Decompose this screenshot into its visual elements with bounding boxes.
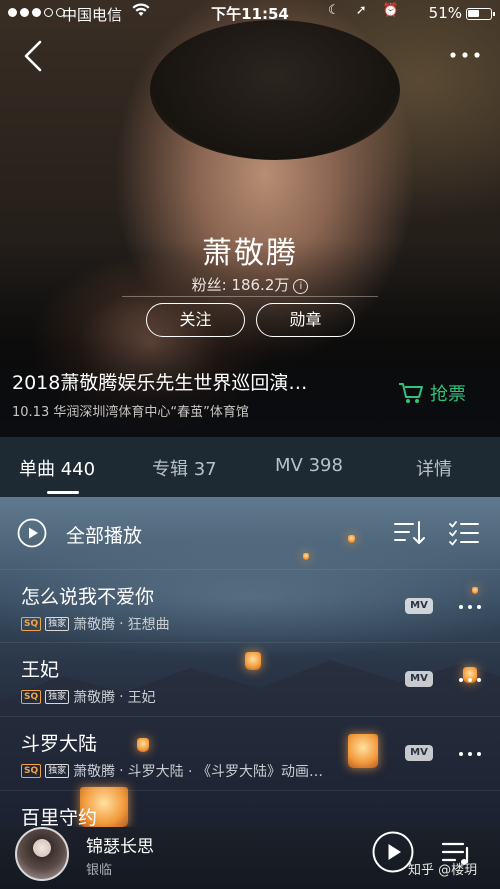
concert-title[interactable]: 2018萧敬腾娱乐先生世界巡回演… <box>12 368 307 395</box>
song-title: 百里守约 <box>21 807 98 827</box>
mini-player[interactable]: 锦瑟长思 银临 知乎 @楼玥 <box>0 827 500 889</box>
fan-count-text: 粉丝: 186.2万 <box>191 276 290 294</box>
song-more-icon[interactable] <box>458 751 482 757</box>
song-artist: 萧敬腾 <box>73 690 116 706</box>
chevron-left-icon <box>24 40 42 72</box>
tab-mv[interactable]: MV 398 <box>275 455 343 476</box>
artist-photo-hair <box>150 20 400 160</box>
song-meta: SQ 独家 萧敬腾 · 斗罗大陆 · 《斗罗大陆》动画… <box>21 761 323 781</box>
battery-percent: 51% <box>428 4 462 22</box>
artist-name: 萧敬腾 <box>202 236 298 271</box>
exclusive-badge: 独家 <box>45 690 70 704</box>
mv-button[interactable]: MV <box>405 745 433 761</box>
status-icons: ☾ ➚ ⏰ <box>328 3 405 18</box>
separator: · <box>119 763 124 779</box>
sq-badge: SQ <box>21 764 42 778</box>
tab-details[interactable]: 详情 <box>416 455 452 481</box>
sq-badge: SQ <box>21 617 42 631</box>
more-options-button[interactable] <box>448 45 482 65</box>
song-meta: SQ 独家 萧敬腾 · 王妃 <box>21 687 156 707</box>
song-row[interactable]: 怎么说我不爱你 SQ 独家 萧敬腾 · 狂想曲 MV <box>0 569 500 641</box>
now-playing-artist: 银临 <box>86 863 113 878</box>
status-bar: 中国电信 下午11:54 ☾ ➚ ⏰ 51% <box>0 0 500 28</box>
ticket-label: 抢票 <box>430 384 466 405</box>
fan-count: 粉丝: 186.2万 i <box>0 274 500 295</box>
tab-songs[interactable]: 单曲 440 <box>19 455 95 481</box>
multi-select-icon[interactable] <box>448 519 480 547</box>
song-title: 王妃 <box>21 659 60 681</box>
song-album: 王妃 <box>127 690 156 706</box>
ellipsis-icon <box>450 52 480 58</box>
divider <box>122 296 378 297</box>
mv-button[interactable]: MV <box>405 671 433 687</box>
battery-icon <box>466 8 495 20</box>
watermark: 知乎 @楼玥 <box>408 863 478 878</box>
song-artist: 萧敬腾 <box>73 617 116 633</box>
tab-bar: 单曲 440 专辑 37 MV 398 详情 <box>0 437 500 497</box>
now-playing-title: 锦瑟长思 <box>86 837 154 857</box>
cart-icon <box>399 383 423 403</box>
song-meta: SQ 独家 萧敬腾 · 狂想曲 <box>21 614 170 634</box>
song-more-icon[interactable] <box>458 604 482 610</box>
exclusive-badge: 独家 <box>45 764 70 778</box>
song-album: 狂想曲 <box>127 617 170 633</box>
song-more-icon[interactable] <box>458 677 482 683</box>
song-title: 怎么说我不爱你 <box>21 586 155 608</box>
ticket-button[interactable]: 抢票 <box>398 380 466 406</box>
follow-button[interactable]: 关注 <box>146 303 245 337</box>
tab-active-indicator <box>47 491 79 494</box>
song-album: 斗罗大陆 · 《斗罗大陆》动画… <box>127 764 323 780</box>
song-artist: 萧敬腾 <box>73 764 116 780</box>
tab-albums[interactable]: 专辑 37 <box>152 455 217 481</box>
back-button[interactable] <box>18 38 50 74</box>
clock: 下午11:54 <box>211 5 289 23</box>
play-all-label: 全部播放 <box>66 525 143 547</box>
song-list: 全部播放 怎么说我不爱你 SQ 独家 萧敬腾 · 狂想曲 MV 王妃 SQ 独家… <box>0 497 500 827</box>
exclusive-badge: 独家 <box>45 617 70 631</box>
album-art[interactable] <box>15 827 69 881</box>
song-row[interactable]: 王妃 SQ 独家 萧敬腾 · 王妃 MV <box>0 642 500 714</box>
separator: · <box>119 689 124 705</box>
song-row[interactable]: 百里守约 <box>0 790 500 827</box>
sq-badge: SQ <box>21 690 42 704</box>
song-row[interactable]: 斗罗大陆 SQ 独家 萧敬腾 · 斗罗大陆 · 《斗罗大陆》动画… MV <box>0 716 500 788</box>
play-circle-icon[interactable] <box>17 518 47 548</box>
concert-venue: 10.13 华润深圳湾体育中心“春茧”体育馆 <box>12 405 249 420</box>
mv-button[interactable]: MV <box>405 598 433 614</box>
badge-button[interactable]: 勋章 <box>256 303 355 337</box>
song-title: 斗罗大陆 <box>21 733 98 755</box>
separator: · <box>119 616 124 632</box>
sort-icon[interactable] <box>393 519 425 547</box>
info-icon[interactable]: i <box>293 279 309 294</box>
play-all-row[interactable]: 全部播放 <box>0 497 500 569</box>
